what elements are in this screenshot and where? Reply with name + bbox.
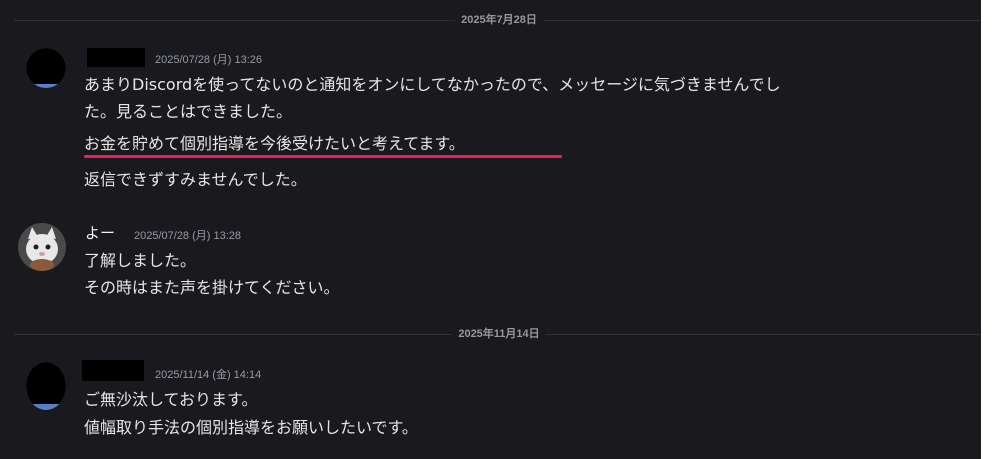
window-edge: [981, 0, 995, 459]
message-line: あまりDiscordを使ってないのと通知をオンにしてなかったので、メッセージに気…: [84, 75, 781, 94]
message-line: ご無沙汰しております。: [84, 390, 258, 409]
highlight-underline: [84, 155, 562, 158]
message-line: その時はまた声を掛けてください。: [84, 278, 340, 297]
redacted-username: [87, 48, 145, 67]
user-avatar[interactable]: [26, 48, 66, 88]
message-timestamp: 2025/11/14 (金) 14:14: [155, 369, 262, 381]
chat-panel: 2025年7月28日 2025/07/28 (月) 13:26 あまりDisco…: [14, 0, 981, 459]
date-divider-label: 2025年11月14日: [452, 327, 546, 341]
message-line: 了解しました。: [84, 251, 197, 270]
username[interactable]: よー: [85, 224, 115, 242]
message-timestamp: 2025/07/28 (月) 13:28: [134, 230, 242, 242]
redacted-username: [82, 360, 144, 381]
message-line: た。見ることはできました。: [84, 102, 293, 121]
date-divider-label: 2025年7月28日: [455, 13, 543, 27]
message-timestamp: 2025/07/28 (月) 13:26: [155, 54, 263, 66]
message-line: 返信できずすみませんでした。: [84, 170, 307, 189]
cat-avatar-icon[interactable]: [18, 223, 66, 271]
message-line-highlighted: お金を貯めて個別指導を今後受けたいと考えてます。: [84, 134, 465, 153]
message-line: 値幅取り手法の個別指導をお願いしたいです。: [84, 418, 418, 437]
user-avatar[interactable]: [26, 362, 66, 410]
